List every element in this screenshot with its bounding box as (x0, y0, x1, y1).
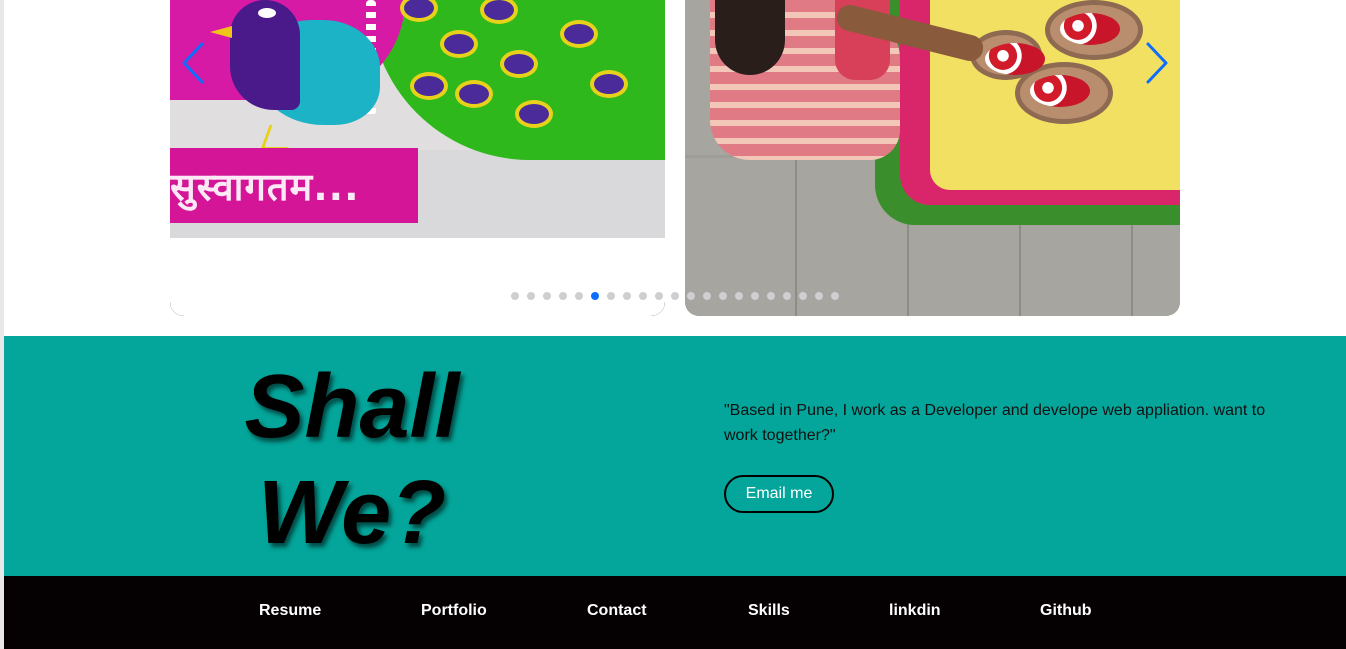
carousel-indicator-dot[interactable] (735, 292, 743, 300)
footer-link-contact[interactable]: Contact (587, 576, 647, 646)
carousel-indicator-dot[interactable] (831, 292, 839, 300)
carousel-indicator-dot[interactable] (591, 292, 599, 300)
carousel-indicator-dot[interactable] (719, 292, 727, 300)
carousel-indicator-dot[interactable] (751, 292, 759, 300)
footer-link-github[interactable]: Github (1040, 576, 1092, 646)
email-me-button[interactable]: Email me (724, 475, 834, 513)
footer-nav: Resume Portfolio Contact Skills linkdin … (4, 576, 1346, 649)
slide-caption-area (170, 238, 665, 316)
image-carousel: सुस्वागतम... (4, 0, 1346, 336)
carousel-indicator-dot[interactable] (783, 292, 791, 300)
contact-section: Shall We? "Based in Pune, I work as a De… (4, 336, 1346, 576)
carousel-prev-button[interactable] (178, 42, 208, 84)
contact-blurb: "Based in Pune, I work as a Developer an… (724, 402, 1266, 444)
footer-link-portfolio[interactable]: Portfolio (421, 576, 487, 646)
carousel-slide-flower-rangoli (685, 0, 1180, 316)
carousel-indicator-dot[interactable] (671, 292, 679, 300)
footer-link-resume[interactable]: Resume (259, 576, 321, 646)
shall-we-heading: Shall We? (244, 357, 460, 563)
carousel-indicator-dot[interactable] (575, 292, 583, 300)
chevron-right-icon (1146, 42, 1168, 84)
footer-link-skills[interactable]: Skills (748, 576, 790, 646)
carousel-slide-rangoli-peacock: सुस्वागतम... (170, 0, 665, 316)
carousel-indicator-dot[interactable] (687, 292, 695, 300)
carousel-indicator-dot[interactable] (767, 292, 775, 300)
rangoli-banner-text: सुस्वागतम... (170, 165, 360, 209)
carousel-next-button[interactable] (1142, 42, 1172, 84)
carousel-indicator-dot[interactable] (799, 292, 807, 300)
carousel-indicator-dot[interactable] (511, 292, 519, 300)
carousel-indicator-dot[interactable] (607, 292, 615, 300)
carousel-indicator-dot[interactable] (639, 292, 647, 300)
carousel-indicators (511, 292, 839, 300)
carousel-indicator-dot[interactable] (703, 292, 711, 300)
carousel-indicator-dot[interactable] (815, 292, 823, 300)
rangoli-peacock-image: सुस्वागतम... (170, 0, 665, 238)
footer-link-linkedin[interactable]: linkdin (889, 576, 941, 646)
chevron-left-icon (182, 42, 204, 84)
carousel-indicator-dot[interactable] (559, 292, 567, 300)
carousel-indicator-dot[interactable] (543, 292, 551, 300)
carousel-indicator-dot[interactable] (527, 292, 535, 300)
carousel-indicator-dot[interactable] (655, 292, 663, 300)
carousel-indicator-dot[interactable] (623, 292, 631, 300)
